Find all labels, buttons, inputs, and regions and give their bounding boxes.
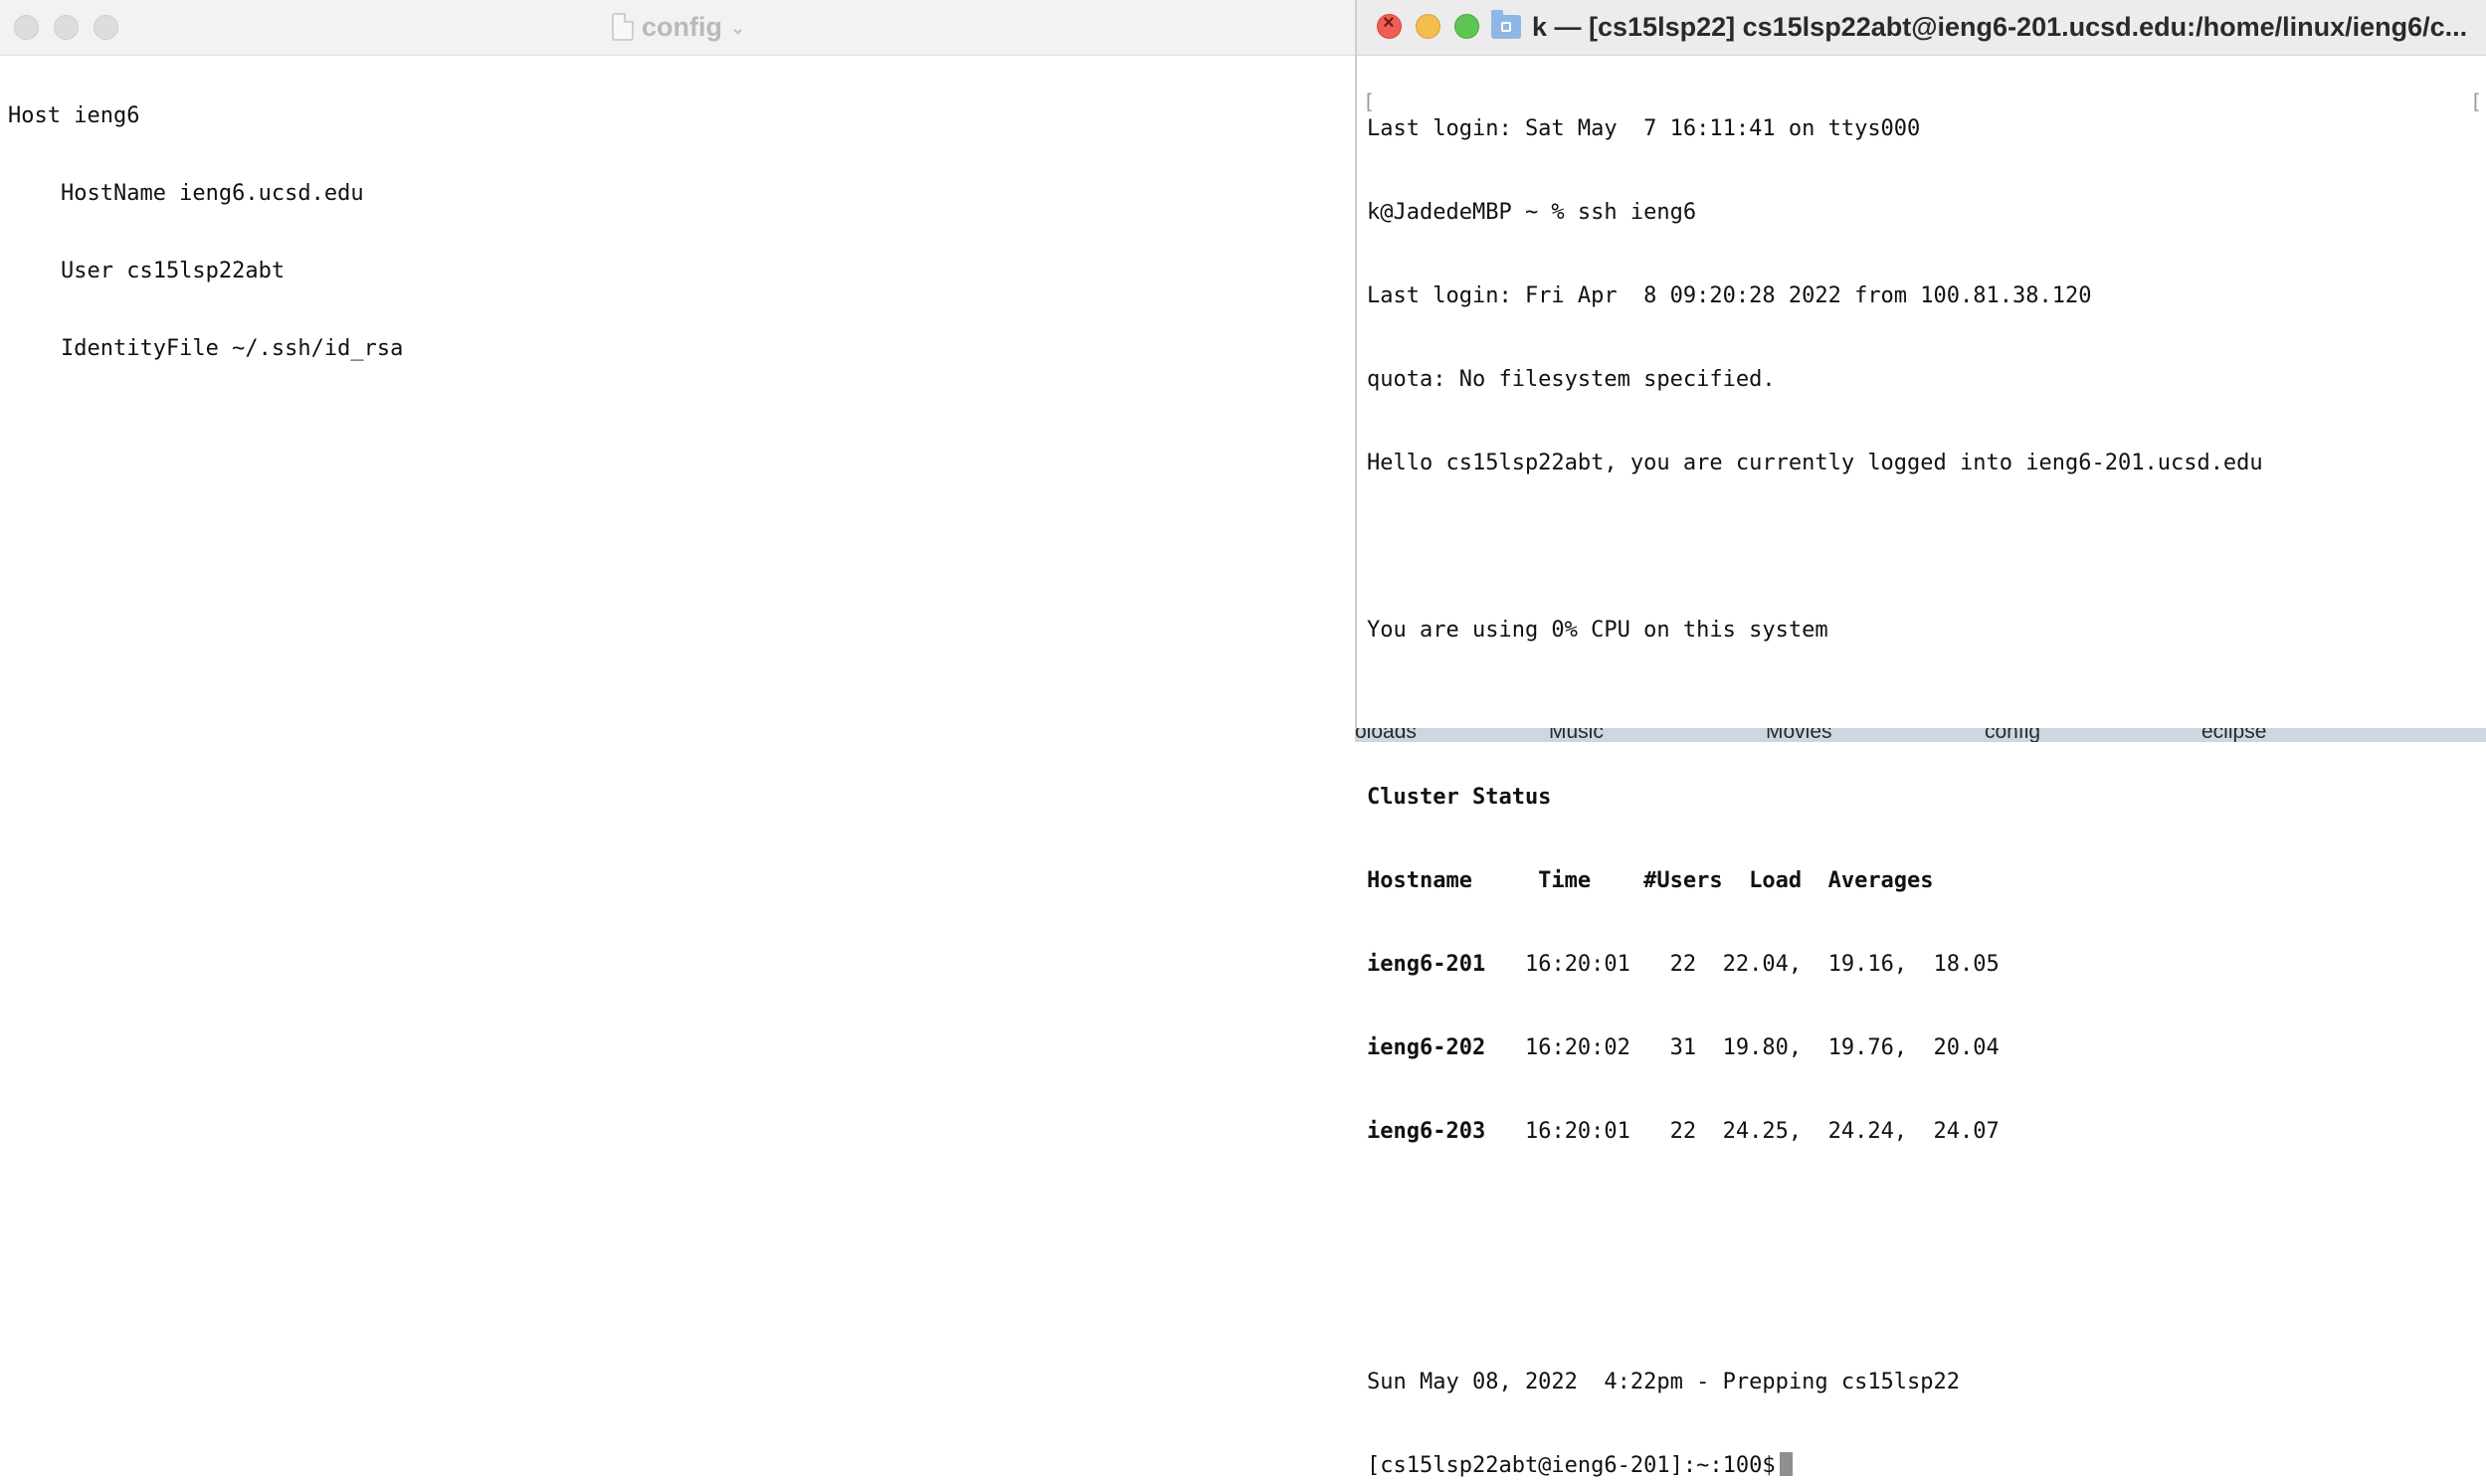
cluster-stats: 16:20:01 22 22.04, 19.16, 18.05 — [1485, 952, 2000, 977]
editor-zoom-button[interactable] — [94, 15, 118, 40]
terminal-line: quota: No filesystem specified. — [1367, 367, 1776, 392]
cluster-stats: 16:20:01 22 24.25, 24.24, 24.07 — [1485, 1119, 2000, 1144]
terminal-output[interactable]: Last login: Sat May 7 16:11:41 on ttys00… — [1367, 60, 2478, 1478]
cluster-host: ieng6-202 — [1367, 1035, 1486, 1060]
terminal-line: You are using 0% CPU on this system — [1367, 618, 1828, 643]
terminal-title: k — [cs15lsp22] cs15lsp22abt@ieng6-201.u… — [1532, 12, 2468, 42]
editor-text-area[interactable]: Host ieng6 HostName ieng6.ucsd.edu User … — [8, 52, 1355, 742]
terminal-window: k — [cs15lsp22] cs15lsp22abt@ieng6-201.u… — [1357, 0, 2486, 1478]
cluster-host: ieng6-201 — [1367, 952, 1486, 977]
cluster-stats: 16:20:02 31 19.80, 19.76, 20.04 — [1485, 1035, 2000, 1060]
terminal-titlebar: k — [cs15lsp22] cs15lsp22abt@ieng6-201.u… — [1357, 0, 2486, 56]
terminal-line: k@JadedeMBP ~ % ssh ieng6 — [1367, 200, 1697, 225]
document-icon — [612, 13, 634, 41]
shell-prompt: [cs15lsp22abt@ieng6-201]:~:100$ — [1367, 1453, 1776, 1478]
editor-minimize-button[interactable] — [54, 15, 79, 40]
chevron-down-icon[interactable]: ⌄ — [730, 18, 745, 39]
editor-line: IdentityFile ~/.ssh/id_rsa — [8, 336, 404, 361]
cluster-table-row: ieng6-202 16:20:02 31 19.80, 19.76, 20.0… — [1367, 1034, 2478, 1062]
cluster-status-title: Cluster Status — [1367, 785, 1552, 810]
terminal-line: Last login: Fri Apr 8 09:20:28 2022 from… — [1367, 283, 2092, 308]
cluster-table-row: ieng6-203 16:20:01 22 24.25, 24.24, 24.0… — [1367, 1118, 2478, 1146]
terminal-zoom-button[interactable] — [1454, 14, 1479, 39]
terminal-line: Last login: Sat May 7 16:11:41 on ttys00… — [1367, 116, 1921, 141]
terminal-close-button[interactable] — [1377, 12, 1402, 39]
editor-line: Host ieng6 — [8, 103, 140, 128]
cluster-table-header: Hostname Time #Users Load Averages — [1367, 868, 1934, 893]
editor-title[interactable]: config ⌄ — [612, 10, 745, 44]
editor-line: HostName ieng6.ucsd.edu — [8, 181, 364, 206]
cluster-table-row: ieng6-201 16:20:01 22 22.04, 19.16, 18.0… — [1367, 951, 2478, 979]
terminal-line: Sun May 08, 2022 4:22pm - Prepping cs15l… — [1367, 1370, 1961, 1394]
folder-icon — [1491, 10, 1521, 39]
editor-window-controls — [14, 15, 118, 40]
terminal-line: Hello cs15lsp22abt, you are currently lo… — [1367, 451, 2263, 475]
editor-titlebar: config ⌄ — [0, 0, 1355, 56]
cluster-host: ieng6-203 — [1367, 1119, 1486, 1144]
terminal-prompt-line[interactable]: [cs15lsp22abt@ieng6-201]:~:100$ — [1367, 1452, 2478, 1480]
editor-title-text: config — [642, 11, 722, 42]
terminal-minimize-button[interactable] — [1416, 14, 1440, 39]
editor-close-button[interactable] — [14, 15, 39, 40]
terminal-window-controls — [1377, 12, 1479, 39]
editor-line: User cs15lsp22abt — [8, 259, 286, 283]
editor-window: config ⌄ Host ieng6 HostName ieng6.ucsd.… — [0, 0, 1355, 742]
text-cursor — [1779, 1452, 1793, 1476]
